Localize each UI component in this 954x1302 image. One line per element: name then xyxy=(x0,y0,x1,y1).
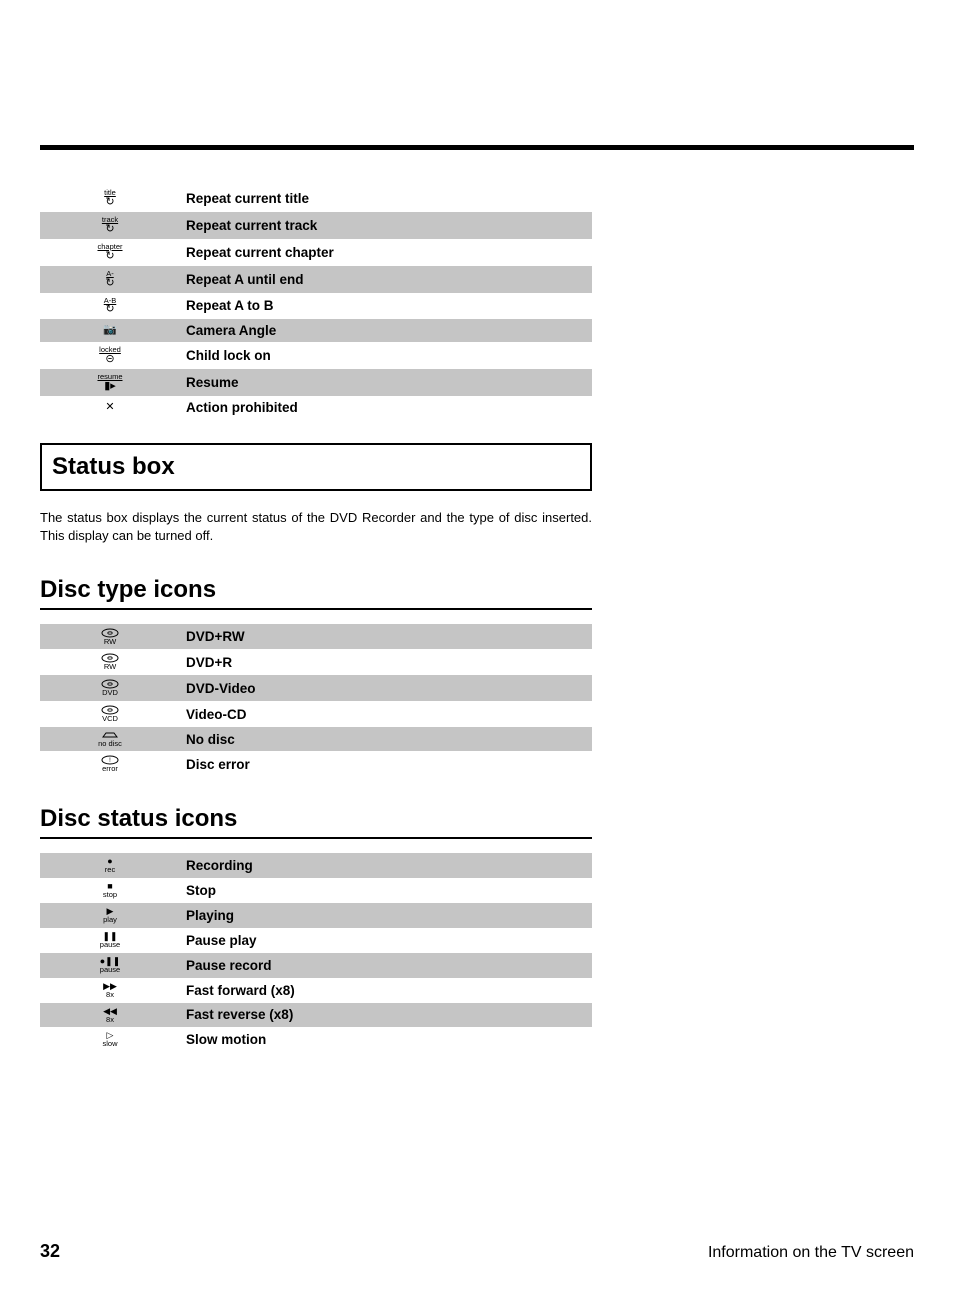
page-footer: 32 Information on the TV screen xyxy=(40,1241,914,1262)
icon-row: ✕Action prohibited xyxy=(40,396,592,419)
disc-type-icon: no disc xyxy=(40,727,180,751)
disc-status-table: ●recRecording■stopStop▶playPlaying❚❚paus… xyxy=(40,853,592,1052)
icon-row: DVDDVD-Video xyxy=(40,675,592,701)
row-icon: A-↻ xyxy=(40,266,180,293)
row-label: Stop xyxy=(180,878,592,903)
row-label: DVD+RW xyxy=(180,624,592,650)
disc-status-icon: ■stop xyxy=(40,878,180,903)
top-rule xyxy=(40,145,914,150)
disc-type-icon: DVD xyxy=(40,675,180,701)
disc-status-icon: ❚❚pause xyxy=(40,928,180,953)
row-label: Repeat current title xyxy=(180,185,592,212)
page-number: 32 xyxy=(40,1241,60,1262)
row-label: Camera Angle xyxy=(180,319,592,342)
row-icon: A-B↻ xyxy=(40,293,180,320)
disc-status-heading: Disc status icons xyxy=(40,805,592,839)
icon-row: ▶playPlaying xyxy=(40,903,592,928)
disc-type-icon: RW xyxy=(40,649,180,675)
row-label: Repeat A until end xyxy=(180,266,592,293)
disc-status-icon: ▶▶8x xyxy=(40,978,180,1003)
disc-type-icon: VCD xyxy=(40,701,180,727)
row-label: Action prohibited xyxy=(180,396,592,419)
icon-row: locked⊝Child lock on xyxy=(40,342,592,369)
icon-row: ●recRecording xyxy=(40,853,592,878)
disc-type-icon: !error xyxy=(40,751,180,777)
repeat-actions-table: title↻Repeat current titletrack↻Repeat c… xyxy=(40,185,592,419)
disc-status-icon: ◀◀8x xyxy=(40,1003,180,1028)
status-box-title: Status box xyxy=(52,453,580,481)
row-label: Repeat A to B xyxy=(180,293,592,320)
row-label: Fast reverse (x8) xyxy=(180,1003,592,1028)
icon-row: 📷Camera Angle xyxy=(40,319,592,342)
row-icon: 📷 xyxy=(40,319,180,342)
icon-row: RWDVD+RW xyxy=(40,624,592,650)
disc-type-heading: Disc type icons xyxy=(40,576,592,610)
icon-row: RWDVD+R xyxy=(40,649,592,675)
icon-row: ●❚❚pausePause record xyxy=(40,953,592,978)
icon-row: no discNo disc xyxy=(40,727,592,751)
icon-row: ■stopStop xyxy=(40,878,592,903)
disc-status-icon: ●rec xyxy=(40,853,180,878)
row-icon: title↻ xyxy=(40,185,180,212)
icon-row: ◀◀8xFast reverse (x8) xyxy=(40,1003,592,1028)
row-label: Video-CD xyxy=(180,701,592,727)
row-icon: resume▮▸ xyxy=(40,369,180,396)
row-icon: ✕ xyxy=(40,396,180,419)
icon-row: track↻Repeat current track xyxy=(40,212,592,239)
status-box-heading: Status box xyxy=(40,443,592,491)
status-box-body: The status box displays the current stat… xyxy=(40,509,592,545)
row-label: DVD-Video xyxy=(180,675,592,701)
row-label: Recording xyxy=(180,853,592,878)
row-label: Slow motion xyxy=(180,1027,592,1052)
disc-status-icon: ▷slow xyxy=(40,1027,180,1052)
row-icon: locked⊝ xyxy=(40,342,180,369)
row-label: Playing xyxy=(180,903,592,928)
icon-row: ▶▶8xFast forward (x8) xyxy=(40,978,592,1003)
row-label: Repeat current chapter xyxy=(180,239,592,266)
footer-title: Information on the TV screen xyxy=(708,1244,914,1262)
icon-row: resume▮▸Resume xyxy=(40,369,592,396)
row-label: Disc error xyxy=(180,751,592,777)
icon-row: VCDVideo-CD xyxy=(40,701,592,727)
icon-row: ▷slowSlow motion xyxy=(40,1027,592,1052)
row-label: Child lock on xyxy=(180,342,592,369)
row-label: Pause play xyxy=(180,928,592,953)
row-label: Repeat current track xyxy=(180,212,592,239)
icon-row: A-↻Repeat A until end xyxy=(40,266,592,293)
icon-row: ❚❚pausePause play xyxy=(40,928,592,953)
disc-status-icon: ●❚❚pause xyxy=(40,953,180,978)
disc-type-table: RWDVD+RWRWDVD+RDVDDVD-VideoVCDVideo-CDno… xyxy=(40,624,592,778)
row-label: Fast forward (x8) xyxy=(180,978,592,1003)
row-label: DVD+R xyxy=(180,649,592,675)
row-icon: chapter↻ xyxy=(40,239,180,266)
icon-row: title↻Repeat current title xyxy=(40,185,592,212)
row-icon: track↻ xyxy=(40,212,180,239)
icon-row: A-B↻Repeat A to B xyxy=(40,293,592,320)
disc-type-icon: RW xyxy=(40,624,180,650)
disc-status-icon: ▶play xyxy=(40,903,180,928)
row-label: Resume xyxy=(180,369,592,396)
icon-row: !errorDisc error xyxy=(40,751,592,777)
icon-row: chapter↻Repeat current chapter xyxy=(40,239,592,266)
row-label: No disc xyxy=(180,727,592,751)
row-label: Pause record xyxy=(180,953,592,978)
